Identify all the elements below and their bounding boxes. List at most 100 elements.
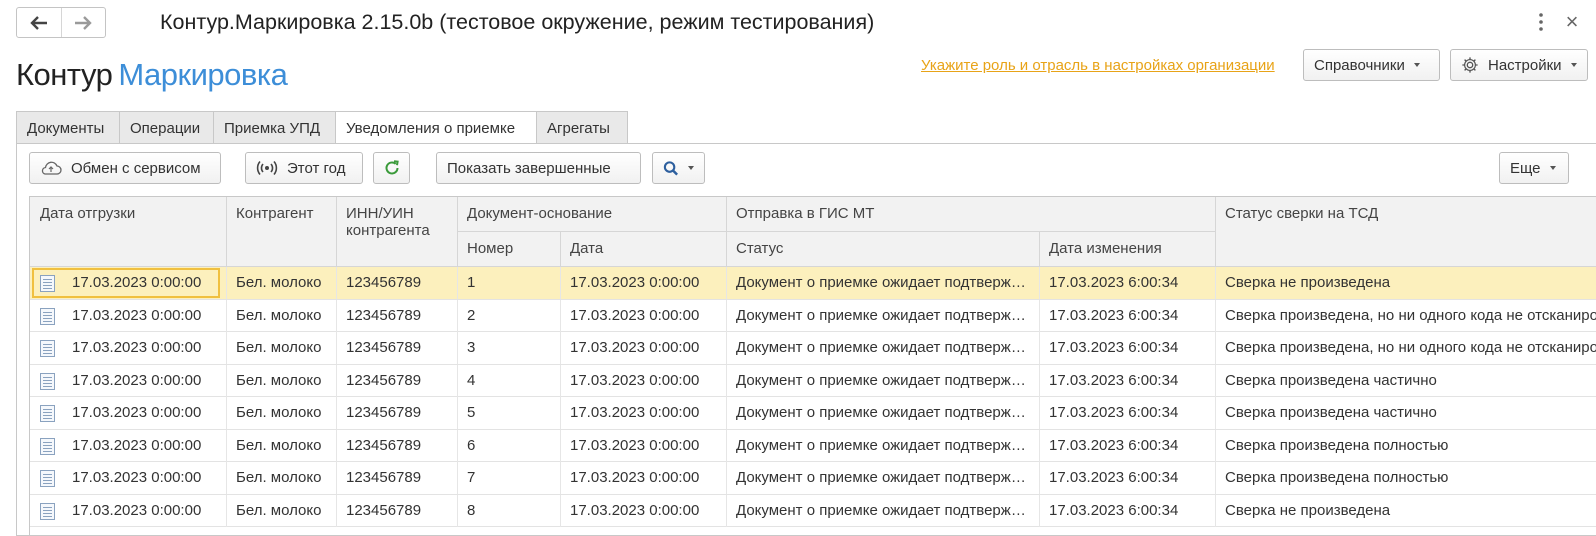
cell-inn: 123456789 [346, 469, 422, 486]
cell-date: 17.03.2023 0:00:00 [570, 274, 700, 291]
column-divider [457, 364, 458, 397]
cell-changed-date: 17.03.2023 6:00:34 [1049, 404, 1179, 421]
column-divider [336, 364, 337, 397]
cell-counterparty: Бел. молоко [236, 501, 322, 519]
cell-tsd-status: Сверка произведена полностью [1225, 436, 1449, 454]
column-divider [1215, 494, 1216, 527]
cell-date: 17.03.2023 0:00:00 [570, 371, 700, 389]
refresh-button[interactable] [373, 152, 410, 184]
table-row[interactable]: 17.03.2023 0:00:00 Бел. молоко 123456789 3 1… [30, 332, 1596, 365]
period-button[interactable]: Этот год [245, 152, 363, 184]
table-row[interactable]: 17.03.2023 0:00:00 Бел. молоко 123456789 4 1… [30, 364, 1596, 397]
cell-inn: 123456789 [346, 404, 422, 421]
cell-inn: 123456789 [346, 339, 422, 356]
table-header: Дата отгрузки Контрагент ИНН/УИН контраг… [30, 197, 1596, 267]
cell-counterparty: Бел. молоко [236, 371, 322, 389]
col-number[interactable]: Номер [467, 240, 513, 257]
forward-button[interactable] [60, 8, 106, 37]
header-divider [336, 197, 337, 267]
cell-changed-date: 17.03.2023 6:00:34 [1049, 274, 1179, 291]
arrow-left-icon [30, 15, 47, 30]
chevron-down-icon [1570, 63, 1577, 67]
col-counterparty[interactable]: Контрагент [236, 205, 314, 222]
chevron-down-icon [1549, 166, 1556, 170]
table-row[interactable]: 17.03.2023 0:00:00 Бел. молоко 123456789 6 1… [30, 429, 1596, 462]
column-divider [560, 494, 561, 527]
cell-inn: 123456789 [346, 371, 422, 389]
chevron-down-icon [688, 166, 694, 170]
tab-upd-acceptance[interactable]: Приемка УПД [213, 111, 336, 144]
column-divider [560, 332, 561, 364]
table-row[interactable]: 17.03.2023 0:00:00 Бел. молоко 123456789 7 1… [30, 462, 1596, 495]
col-ship-date[interactable]: Дата отгрузки [40, 205, 135, 222]
more-vertical-icon[interactable] [1536, 10, 1546, 34]
search-dropdown-button[interactable] [652, 152, 705, 184]
tab-aggregates[interactable]: Агрегаты [536, 111, 628, 144]
column-divider [336, 332, 337, 364]
cell-date: 17.03.2023 0:00:00 [570, 436, 700, 454]
cell-inn: 123456789 [346, 436, 422, 454]
column-divider [457, 462, 458, 494]
period-label: Этот год [287, 159, 346, 177]
exchange-button[interactable]: Обмен с сервисом [29, 152, 221, 184]
cell-counterparty: Бел. молоко [236, 306, 322, 324]
close-icon[interactable]: × [1561, 11, 1583, 33]
column-divider [457, 332, 458, 364]
col-base-document: Документ-основание [467, 205, 613, 222]
cell-tsd-status: Сверка произведена полностью [1225, 469, 1449, 486]
show-completed-button[interactable]: Показать завершенные [436, 152, 641, 184]
cell-tsd-status: Сверка произведена частично [1225, 404, 1437, 421]
column-divider [226, 462, 227, 494]
cell-counterparty: Бел. молоко [236, 469, 322, 486]
cell-status: Документ о приемке ожидает подтверждения [736, 339, 1039, 356]
cell-tsd-status: Сверка не произведена [1225, 501, 1391, 519]
header-divider [726, 197, 727, 267]
table-row[interactable]: 17.03.2023 0:00:00 Бел. молоко 123456789 5 1… [30, 397, 1596, 430]
table-row[interactable]: 17.03.2023 0:00:00 Бел. молоко 123456789 2 1… [30, 299, 1596, 332]
tab-acceptance-notifications[interactable]: Уведомления о приемке [335, 111, 537, 145]
back-button[interactable] [17, 8, 61, 37]
table-row[interactable]: 17.03.2023 0:00:00 Бел. молоко 123456789 8 1… [30, 494, 1596, 527]
cell-ship-date: 17.03.2023 0:00:00 [72, 404, 202, 421]
settings-dropdown-button[interactable]: Настройки [1450, 49, 1588, 81]
cell-counterparty: Бел. молоко [236, 274, 322, 291]
column-divider [1039, 494, 1040, 527]
column-divider [336, 267, 337, 299]
search-icon [663, 160, 678, 175]
cell-status: Документ о приемке ожидает подтверждения [736, 436, 1039, 454]
col-changed-date[interactable]: Дата изменения [1049, 240, 1162, 257]
reference-dropdown-button[interactable]: Справочники [1303, 49, 1440, 81]
tab-documents[interactable]: Документы [16, 111, 120, 144]
cell-counterparty: Бел. молоко [236, 339, 322, 356]
cell-status: Документ о приемке ожидает подтверждения [736, 274, 1039, 291]
column-divider [226, 397, 227, 429]
role-settings-link[interactable]: Укажите роль и отрасль в настройках орга… [921, 57, 1275, 74]
cloud-sync-icon [40, 160, 62, 176]
cell-changed-date: 17.03.2023 6:00:34 [1049, 306, 1179, 324]
document-icon [40, 437, 55, 455]
header-divider [1039, 232, 1040, 267]
cell-counterparty: Бел. молоко [236, 404, 322, 421]
col-date[interactable]: Дата [570, 240, 603, 257]
column-divider [336, 462, 337, 494]
col-status[interactable]: Статус [736, 240, 783, 257]
tab-operations[interactable]: Операции [119, 111, 214, 144]
cell-tsd-status: Сверка произведена частично [1225, 371, 1437, 389]
col-inn[interactable]: ИНН/УИН контрагента [346, 205, 451, 239]
more-button[interactable]: Еще [1499, 152, 1569, 184]
main-tabs: Документы Операции Приемка УПД Уведомлен… [16, 111, 628, 145]
logo-part-2: Маркировка [118, 57, 288, 92]
column-divider [726, 299, 727, 332]
column-divider [226, 267, 227, 299]
cell-number: 1 [467, 274, 476, 291]
col-tsd-status[interactable]: Статус сверки на ТСД [1225, 205, 1378, 222]
table-row[interactable]: 17.03.2023 0:00:00 Бел. молоко 123456789 1 1… [30, 267, 1596, 300]
cell-ship-date: 17.03.2023 0:00:00 [72, 306, 202, 324]
cell-number: 5 [467, 404, 476, 421]
document-icon [40, 405, 55, 422]
header-divider [457, 231, 1215, 232]
cell-inn: 123456789 [346, 501, 422, 519]
column-divider [560, 299, 561, 332]
cell-date: 17.03.2023 0:00:00 [570, 404, 700, 421]
reference-label: Справочники [1314, 56, 1405, 74]
